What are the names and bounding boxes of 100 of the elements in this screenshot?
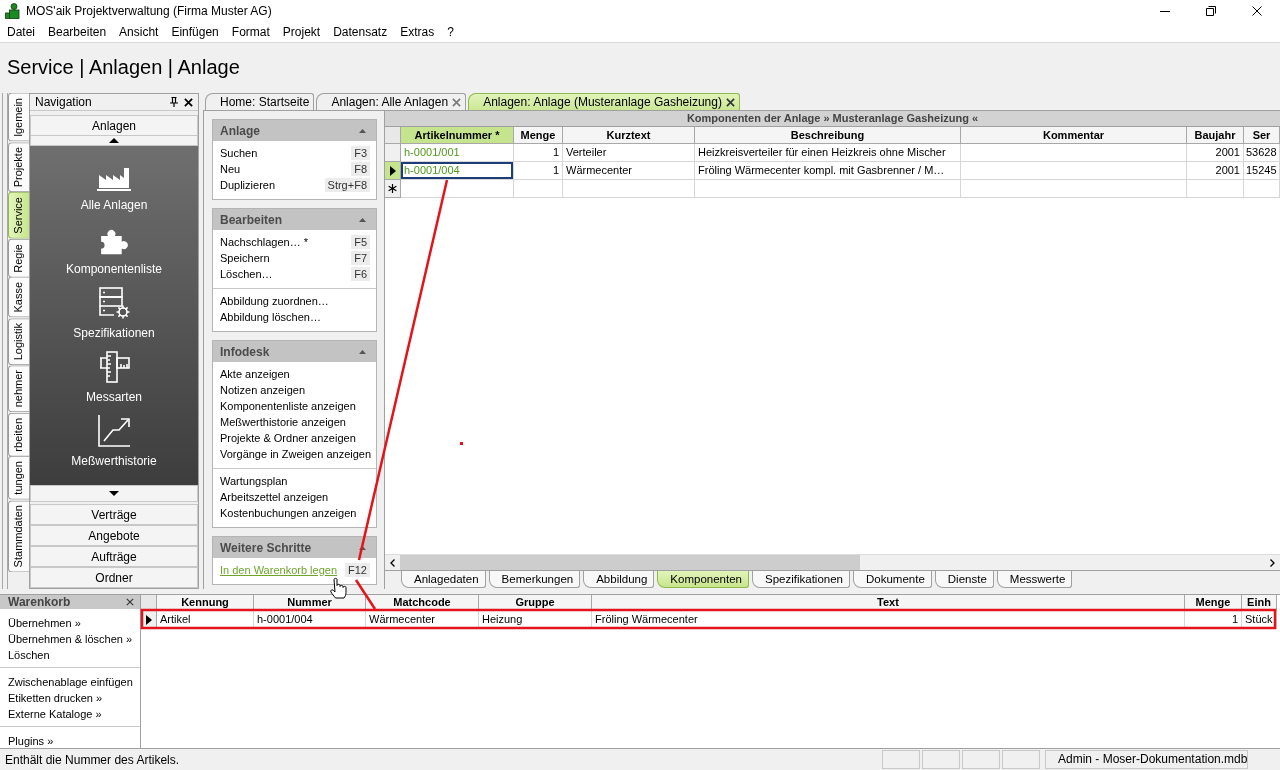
task-link[interactable]: Kostenbuchungen anzeigen xyxy=(220,507,357,519)
document-tab[interactable]: Anlagen: Anlage (Musteranlage Gasheizung) xyxy=(468,93,740,110)
task-link[interactable]: Speichern xyxy=(220,252,270,264)
side-tab[interactable]: Projekte xyxy=(8,141,29,192)
nav-item[interactable]: Meßwerthistorie xyxy=(67,414,161,478)
row-pointer-icon xyxy=(145,614,152,625)
scrollbar-thumb[interactable] xyxy=(400,555,860,570)
detail-tab[interactable]: Dienste xyxy=(934,571,994,588)
nav-group-button[interactable]: Angebote xyxy=(30,525,198,546)
task-link[interactable]: Projekte & Ordner anzeigen xyxy=(220,432,356,444)
column-header[interactable]: Artikelnummer * xyxy=(401,127,514,144)
action-link[interactable]: Externe Kataloge » xyxy=(8,706,140,722)
detail-tab[interactable]: Spezifikationen xyxy=(752,571,850,588)
side-tab[interactable]: nehmer xyxy=(8,365,29,413)
action-link[interactable]: Zwischenablage einfügen xyxy=(8,674,140,690)
close-icon[interactable] xyxy=(184,97,193,107)
task-link[interactable]: Wartungsplan xyxy=(220,475,288,487)
side-tab[interactable]: Kasse xyxy=(8,277,29,318)
task-link[interactable]: Vorgänge in Zweigen anzeigen xyxy=(220,448,372,460)
column-header[interactable]: Kurztext xyxy=(563,127,695,144)
new-row-icon xyxy=(388,184,397,193)
menu-item[interactable]: Projekt xyxy=(275,22,327,42)
menu-item[interactable]: Einfügen xyxy=(164,22,225,42)
task-link[interactable]: Komponentenliste anzeigen xyxy=(220,400,356,412)
task-link[interactable]: Suchen xyxy=(220,147,258,159)
menu-item[interactable]: Ansicht xyxy=(112,22,165,42)
task-link[interactable]: Meßwerthistorie anzeigen xyxy=(220,416,346,428)
minimize-icon xyxy=(1160,10,1170,12)
document-tab[interactable]: Home: Startseite xyxy=(205,93,315,110)
action-link[interactable]: Etiketten drucken » xyxy=(8,690,140,706)
table-cell: Artikel xyxy=(157,611,254,629)
close-icon[interactable] xyxy=(126,598,134,606)
detail-tab[interactable]: Abbildung xyxy=(583,571,655,588)
nav-group-button[interactable]: Ordner xyxy=(30,567,198,588)
nav-group-button[interactable]: Aufträge xyxy=(30,546,198,567)
detail-tab[interactable]: Bemerkungen xyxy=(488,571,581,588)
document-tab[interactable]: Anlagen: Alle Anlagen xyxy=(316,93,467,110)
task-link[interactable]: Notizen anzeigen xyxy=(220,384,305,396)
menu-item[interactable]: Format xyxy=(224,22,276,42)
nav-item[interactable]: Komponentenliste xyxy=(61,222,167,286)
action-link[interactable]: Übernehmen » xyxy=(8,615,140,631)
task-link[interactable]: Neu xyxy=(220,163,241,175)
section-header[interactable]: Infodesk xyxy=(213,341,376,362)
section-header[interactable]: Anlage xyxy=(213,120,376,141)
close-icon xyxy=(1252,6,1262,16)
action-link[interactable]: Plugins » xyxy=(8,733,140,749)
table-cell: 1 xyxy=(514,144,563,162)
side-tab[interactable]: Regie xyxy=(8,238,29,278)
side-tab[interactable]: lgemein xyxy=(8,93,29,142)
column-header[interactable]: Baujahr xyxy=(1187,127,1244,144)
task-link[interactable]: Nachschlagen… * xyxy=(220,236,309,248)
task-link[interactable]: Duplizieren xyxy=(220,179,276,191)
detail-tab[interactable]: Komponenten xyxy=(657,571,749,588)
side-tab[interactable]: Stammdaten xyxy=(8,499,29,573)
table-cell: Verteiler xyxy=(563,144,695,162)
side-tab[interactable]: rbeiten xyxy=(8,412,29,457)
table-cell: 2001 xyxy=(1187,144,1244,162)
nav-group-button[interactable]: Verträge xyxy=(30,504,198,525)
action-link[interactable]: Löschen xyxy=(8,647,140,663)
row-header[interactable] xyxy=(385,180,401,198)
panel-title: Navigation xyxy=(35,95,93,109)
nav-item[interactable]: Alle Anlagen xyxy=(76,158,152,222)
detail-tab[interactable]: Messwerte xyxy=(996,571,1073,588)
action-link[interactable]: Übernehmen & löschen » xyxy=(8,631,140,647)
task-link[interactable]: Löschen… xyxy=(220,268,273,280)
menu-item[interactable]: Datensatz xyxy=(326,22,394,42)
menu-item[interactable]: Bearbeiten xyxy=(41,22,113,42)
table-cell: 53628 xyxy=(1244,144,1280,162)
table-cell: Fröling Wärmecenter kompl. mit Gasbrenner / M… xyxy=(695,162,961,180)
nav-item[interactable]: Spezifikationen xyxy=(69,286,159,350)
shortcut-key: F6 xyxy=(351,267,370,281)
close-icon[interactable] xyxy=(725,97,735,107)
task-link[interactable]: Abbildung zuordnen… xyxy=(220,295,329,307)
pin-icon[interactable] xyxy=(170,97,178,107)
detail-tab[interactable]: Dokumente xyxy=(853,571,932,588)
task-link[interactable]: Akte anzeigen xyxy=(220,368,290,380)
menu-item[interactable]: ? xyxy=(440,22,460,42)
section-header[interactable]: Bearbeiten xyxy=(213,209,376,230)
nav-item[interactable]: Messarten xyxy=(82,350,146,414)
side-tab[interactable]: tungen xyxy=(8,456,29,500)
column-header[interactable]: Kommentar xyxy=(961,127,1187,144)
section-header[interactable]: Weitere Schritte xyxy=(213,537,376,558)
column-header[interactable]: Menge xyxy=(514,127,563,144)
scroll-left-icon[interactable] xyxy=(390,558,395,567)
side-tab[interactable]: Logistik xyxy=(8,317,29,366)
row-header[interactable] xyxy=(385,162,401,180)
side-tab[interactable]: Service xyxy=(8,191,29,239)
menu-item[interactable]: Extras xyxy=(393,22,441,42)
nav-group-button[interactable]: Anlagen xyxy=(30,115,198,136)
menu-item[interactable]: Datei xyxy=(0,22,41,42)
task-link[interactable]: Abbildung löschen… xyxy=(220,311,321,323)
puzzle-icon xyxy=(100,229,128,255)
shortcut-key: F8 xyxy=(351,162,370,176)
column-header[interactable]: Ser xyxy=(1244,127,1280,144)
down-arrow-icon xyxy=(109,491,119,496)
logo-icon xyxy=(5,3,20,19)
scroll-right-icon[interactable] xyxy=(1270,558,1275,567)
column-header[interactable]: Beschreibung xyxy=(695,127,961,144)
detail-tab[interactable]: Anlagedaten xyxy=(401,571,486,588)
task-link[interactable]: Arbeitszettel anzeigen xyxy=(220,491,329,503)
